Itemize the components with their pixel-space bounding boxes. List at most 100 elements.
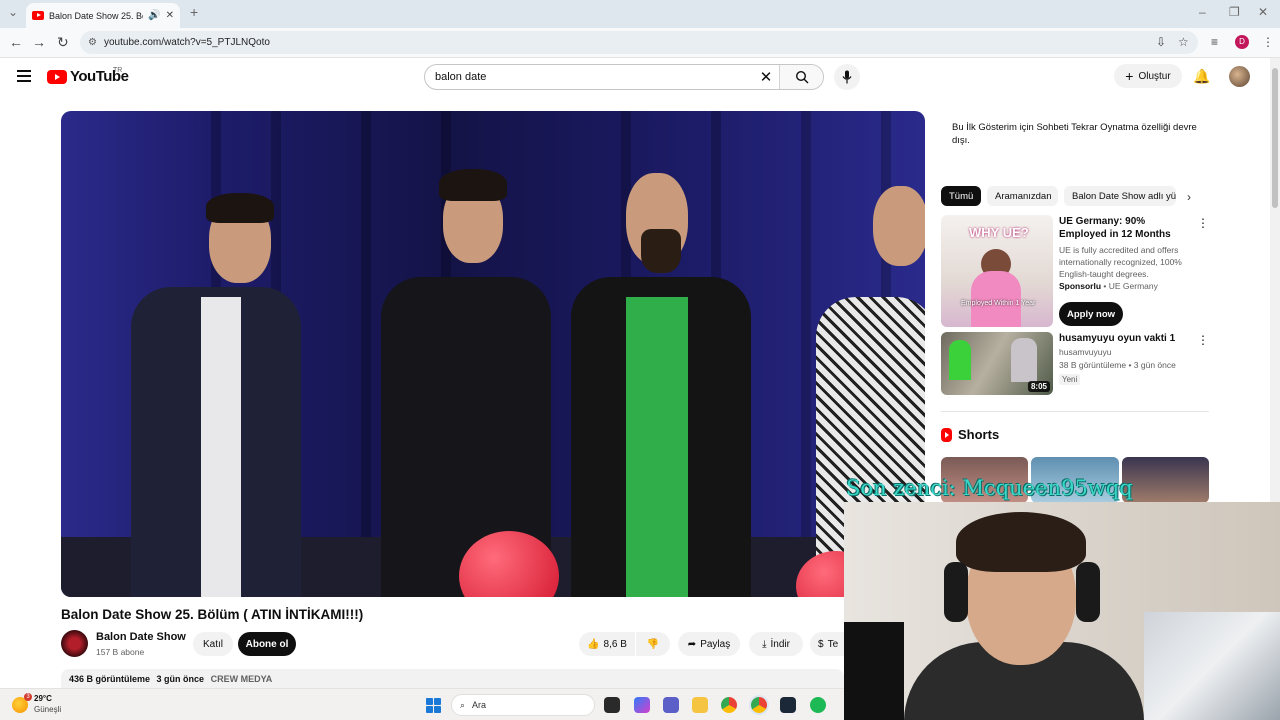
steam-icon[interactable] <box>780 697 796 713</box>
chip-all[interactable]: Tümü <box>941 186 981 206</box>
minimize-icon[interactable]: – <box>1199 5 1206 19</box>
youtube-masthead: YouTube TR balon date ✕ + Oluştur 🔔 <box>0 58 1270 98</box>
notifications-bell-icon[interactable]: 🔔 <box>1193 68 1210 85</box>
youtube-play-logo-icon <box>47 69 67 84</box>
url-text: youtube.com/watch?v=5_PTJLNQoto <box>104 37 270 48</box>
close-tab-icon[interactable]: ✕ <box>166 10 174 21</box>
account-avatar[interactable] <box>1229 66 1250 87</box>
taskbar-search[interactable]: ⌕ Ara <box>451 694 595 716</box>
file-explorer-icon[interactable] <box>692 697 708 713</box>
create-button[interactable]: + Oluştur <box>1114 64 1182 88</box>
teams-icon[interactable] <box>663 697 679 713</box>
sponsored-label: Sponsorlu <box>1059 281 1102 291</box>
plus-icon: + <box>1125 68 1134 84</box>
tab-search-icon[interactable]: ⌄ <box>8 5 18 19</box>
ad-thumbnail[interactable]: WHY UE? Employed Within 1 Year <box>941 215 1053 327</box>
back-icon[interactable]: ← <box>9 34 23 50</box>
reload-icon[interactable]: ↻ <box>57 34 69 51</box>
download-label: İndir <box>770 638 790 650</box>
new-badge: Yeni <box>1059 374 1081 385</box>
chip-channel[interactable]: Balon Date Show adlı yü <box>1064 186 1176 206</box>
windows-start-icon[interactable] <box>426 698 441 713</box>
video-player[interactable] <box>61 111 925 597</box>
short-thumbnail[interactable] <box>1122 457 1209 503</box>
tab-title: Balon Date Show 25. Bölüm <box>49 10 143 21</box>
rec-title[interactable]: husamyuyu oyun vakti 1 <box>1059 332 1191 345</box>
share-label: Paylaş <box>700 638 731 650</box>
dislike-button[interactable]: 👎 <box>636 632 670 656</box>
site-info-icon[interactable]: ⚙ <box>88 37 97 48</box>
chrome-active-icon[interactable] <box>751 697 767 713</box>
like-button[interactable]: 👍 8,6 B <box>579 632 635 656</box>
description-tag[interactable]: CREW MEDYA <box>211 674 273 684</box>
weather-temp[interactable]: 29°C <box>34 694 52 703</box>
weather-desc[interactable]: Güneşli <box>34 705 61 714</box>
view-count: 436 B görüntüleme <box>69 674 151 684</box>
stream-overlay-text: Son zenci: Mcqueen95wqq <box>846 476 1133 500</box>
channel-avatar[interactable] <box>61 630 88 657</box>
subscribe-button[interactable]: Abone ol <box>238 632 296 656</box>
reading-list-icon[interactable]: ≡ <box>1211 35 1218 49</box>
bookmark-star-icon[interactable]: ☆ <box>1178 35 1189 49</box>
advertiser-name: UE Germany <box>1108 281 1158 291</box>
search-input[interactable]: balon date <box>425 71 753 83</box>
shorts-header: Shorts <box>941 427 999 442</box>
shorts-icon <box>941 427 952 442</box>
download-button[interactable]: ⤓ İndir <box>749 632 803 656</box>
thanks-button[interactable]: $ Te <box>810 632 844 656</box>
thumbs-down-icon: 👎 <box>646 638 660 650</box>
browser-menu-icon[interactable]: ⋮ <box>1262 35 1274 49</box>
apply-now-button[interactable]: Apply now <box>1059 302 1123 326</box>
thumbs-up-icon: 👍 <box>587 638 600 650</box>
audio-icon[interactable]: 🔊 <box>148 10 160 21</box>
join-button[interactable]: Katıl <box>193 632 233 656</box>
browser-tab-strip: ⌄ Balon Date Show 25. Bölüm 🔊 ✕ + – ❐ ✕ <box>0 0 1280 28</box>
create-label: Oluştur <box>1138 70 1171 82</box>
search-box[interactable]: balon date ✕ <box>424 64 824 90</box>
search-icon <box>795 70 808 84</box>
taskbar-search-placeholder: Ara <box>472 700 487 710</box>
task-view-icon[interactable] <box>604 697 620 713</box>
chevron-right-icon[interactable]: › <box>1187 190 1191 204</box>
clear-search-icon[interactable]: ✕ <box>753 68 779 86</box>
ad-more-icon[interactable]: ⋮ <box>1197 216 1209 230</box>
search-icon: ⌕ <box>460 699 466 710</box>
weather-badge: 3 <box>24 693 32 701</box>
spotify-icon[interactable] <box>810 697 826 713</box>
video-duration: 8:05 <box>1027 381 1050 392</box>
close-window-icon[interactable]: ✕ <box>1258 5 1268 19</box>
url-field[interactable]: ⚙ youtube.com/watch?v=5_PTJLNQoto <box>80 31 1198 54</box>
ad-title[interactable]: UE Germany: 90% Employed in 12 Months <box>1059 215 1191 241</box>
subscribe-label: Abone ol <box>245 638 289 650</box>
channel-name[interactable]: Balon Date Show <box>96 631 186 643</box>
ad-thumb-heading: WHY UE? <box>969 225 1029 240</box>
rec-channel[interactable]: husamvuyuyu <box>1059 346 1111 358</box>
new-tab-icon[interactable]: + <box>190 4 198 20</box>
browser-profile-avatar[interactable]: D <box>1235 35 1249 49</box>
chrome-icon[interactable] <box>721 697 737 713</box>
menu-icon[interactable] <box>17 70 31 85</box>
video-title: Balon Date Show 25. Bölüm ( ATIN İNTİKAM… <box>61 607 364 622</box>
youtube-favicon <box>32 11 44 20</box>
thanks-label: Te <box>827 638 839 650</box>
share-button[interactable]: ➦ Paylaş <box>678 632 740 656</box>
install-app-icon[interactable]: ⇩ <box>1156 35 1166 49</box>
voice-search-button[interactable] <box>834 64 860 90</box>
windows-taskbar: 3 29°C Güneşli ⌕ Ara <box>0 688 844 720</box>
rec-more-icon[interactable]: ⋮ <box>1197 333 1209 347</box>
chat-replay-notice: Bu İlk Gösterim için Sohbeti Tekrar Oyna… <box>952 122 1197 146</box>
chip-from-search[interactable]: Aramanızdan <box>987 186 1058 206</box>
microphone-icon <box>842 70 852 84</box>
forward-icon[interactable]: → <box>32 34 46 50</box>
search-button[interactable] <box>779 65 823 89</box>
ad-thumb-caption: Employed Within 1 Year <box>961 300 1036 307</box>
rec-thumbnail[interactable]: 8:05 <box>941 332 1053 395</box>
region-code: TR <box>113 67 123 74</box>
shorts-label: Shorts <box>958 427 1000 442</box>
copilot-icon[interactable] <box>634 697 650 713</box>
thanks-icon: $ <box>818 638 824 650</box>
maximize-icon[interactable]: ❐ <box>1229 5 1240 19</box>
webcam-overlay <box>844 502 1280 720</box>
section-divider <box>941 411 1209 412</box>
browser-tab[interactable]: Balon Date Show 25. Bölüm 🔊 ✕ <box>26 3 180 28</box>
